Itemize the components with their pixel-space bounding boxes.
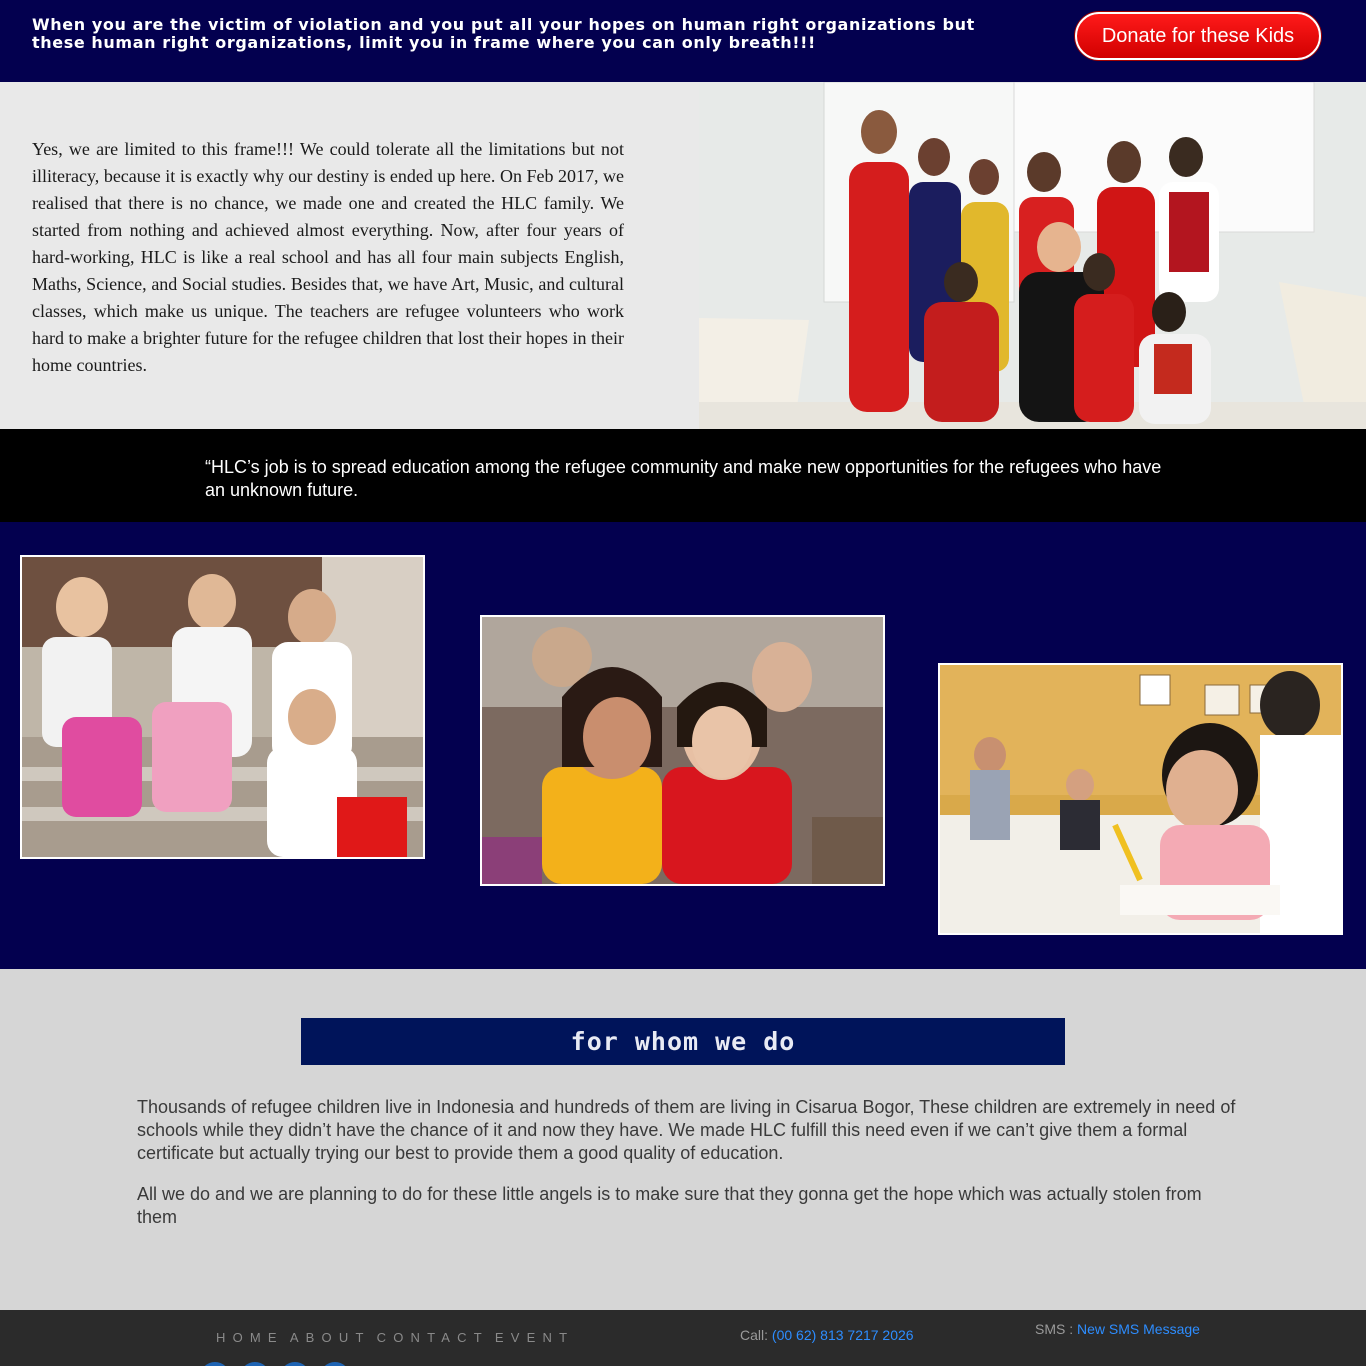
donate-button[interactable]: Donate for these Kids bbox=[1075, 12, 1321, 60]
footer-nav: HOME ABOUT CONTACT EVENT bbox=[216, 1330, 580, 1345]
section-title: for whom we do bbox=[301, 1018, 1065, 1065]
nav-home[interactable]: HOME bbox=[216, 1330, 284, 1345]
for-whom-paragraph-1: Thousands of refugee children live in In… bbox=[137, 1097, 1236, 1163]
call-number-link[interactable]: (00 62) 813 7217 2026 bbox=[772, 1327, 914, 1343]
quote-text: “HLC’s job is to spread education among … bbox=[205, 457, 1162, 500]
intro-section: Yes, we are limited to this frame!!! We … bbox=[0, 82, 1366, 429]
banner-message: When you are the victim of violation and… bbox=[32, 15, 975, 52]
photo-children-on-steps bbox=[20, 555, 425, 859]
photo-two-girls-smiling bbox=[480, 615, 885, 886]
photo-gallery bbox=[0, 522, 1366, 969]
top-banner: When you are the victim of violation and… bbox=[0, 0, 1366, 82]
nav-event[interactable]: EVENT bbox=[495, 1330, 574, 1345]
nav-contact[interactable]: CONTACT bbox=[377, 1330, 489, 1345]
group-photo-children-teacher bbox=[699, 82, 1366, 429]
photo-girl-writing-classroom bbox=[938, 663, 1343, 935]
for-whom-section: for whom we do Thousands of refugee chil… bbox=[0, 969, 1366, 1310]
for-whom-paragraph-2: All we do and we are planning to do for … bbox=[137, 1184, 1202, 1227]
sms-info: SMS : New SMS Message bbox=[1035, 1321, 1200, 1337]
sms-link[interactable]: New SMS Message bbox=[1077, 1321, 1200, 1337]
call-info: Call: (00 62) 813 7217 2026 bbox=[740, 1327, 914, 1343]
intro-paragraph: Yes, we are limited to this frame!!! We … bbox=[32, 139, 624, 375]
quote-strip: “HLC’s job is to spread education among … bbox=[0, 429, 1366, 522]
nav-about[interactable]: ABOUT bbox=[290, 1330, 371, 1345]
social-icon-4[interactable] bbox=[320, 1362, 350, 1366]
sms-label: SMS : bbox=[1035, 1321, 1078, 1337]
social-icon-1[interactable] bbox=[200, 1362, 230, 1366]
call-label: Call: bbox=[740, 1327, 772, 1343]
social-icon-2[interactable] bbox=[240, 1362, 270, 1366]
social-icon-3[interactable] bbox=[280, 1362, 310, 1366]
footer: HOME ABOUT CONTACT EVENT Call: (00 62) 8… bbox=[0, 1310, 1366, 1366]
